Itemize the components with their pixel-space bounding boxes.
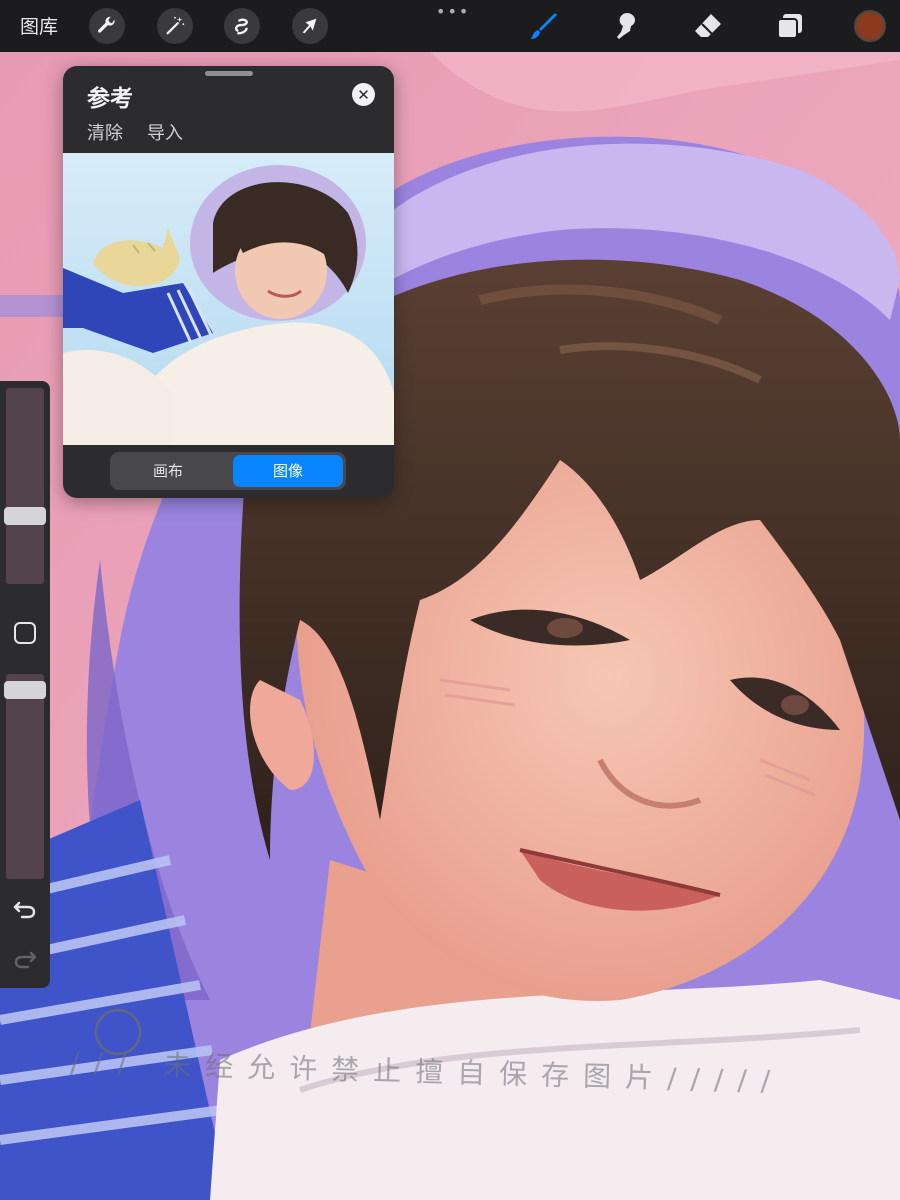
transform-button[interactable]: [292, 8, 328, 44]
eraser-tool[interactable]: [691, 9, 725, 43]
color-picker-swatch[interactable]: [854, 10, 886, 42]
more-options-icon[interactable]: •••: [436, 2, 470, 21]
smudge-icon: [617, 13, 635, 39]
layers-icon: [777, 14, 802, 39]
transform-arrow-icon: [302, 18, 317, 34]
panel-drag-handle[interactable]: [205, 71, 253, 76]
undo-icon: [13, 901, 36, 919]
selection-button[interactable]: [224, 8, 260, 44]
segment-image[interactable]: 图像: [233, 455, 343, 487]
reference-title: 参考: [87, 86, 133, 112]
actions-button[interactable]: [89, 8, 125, 44]
adjustments-button[interactable]: [157, 8, 193, 44]
reference-source-segmented-control: 画布 图像: [110, 452, 346, 490]
left-sidebar: [0, 381, 50, 988]
reference-image: [63, 153, 394, 445]
gallery-button[interactable]: 图库: [20, 12, 58, 39]
reference-panel[interactable]: 参考 ✕ 清除 导入 画布 图像: [63, 66, 394, 498]
redo-button[interactable]: [11, 945, 39, 973]
modify-button[interactable]: [13, 621, 37, 645]
selection-icon: [234, 18, 248, 35]
eraser-icon: [695, 14, 721, 37]
redo-icon: [14, 951, 37, 969]
opacity-thumb[interactable]: [4, 681, 46, 699]
undo-button[interactable]: [11, 895, 39, 923]
close-reference-button[interactable]: ✕: [352, 83, 375, 106]
import-button[interactable]: 导入: [147, 119, 183, 145]
clear-button[interactable]: 清除: [87, 119, 123, 145]
layers-tool[interactable]: [773, 9, 807, 43]
brush-size-slider[interactable]: [4, 388, 46, 584]
brush-icon: [531, 13, 557, 39]
close-icon: ✕: [357, 85, 370, 104]
square-icon: [14, 622, 36, 644]
smudge-tool[interactable]: [609, 9, 643, 43]
segment-canvas[interactable]: 画布: [113, 455, 223, 487]
magic-wand-icon: [166, 16, 185, 35]
opacity-slider[interactable]: [4, 674, 46, 879]
brush-tool[interactable]: [527, 9, 561, 43]
brush-size-thumb[interactable]: [4, 507, 46, 525]
top-toolbar: 图库 •••: [0, 0, 900, 52]
reference-photo: [63, 153, 394, 445]
wrench-icon: [98, 16, 115, 33]
